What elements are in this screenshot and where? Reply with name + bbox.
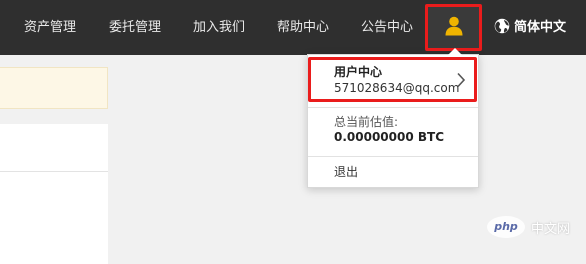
nav-announcement-center[interactable]: 公告中心 — [361, 0, 413, 55]
user-center-label: 用户中心 — [334, 65, 383, 79]
language-switch[interactable]: 简体中文 — [494, 0, 566, 55]
notice-panel — [0, 67, 108, 109]
dropdown-caret — [448, 48, 462, 55]
watermark-text: 中文网 — [531, 222, 571, 237]
globe-icon — [494, 18, 510, 34]
nav-join-us[interactable]: 加入我们 — [193, 0, 245, 55]
total-valuation-label: 总当前估值: — [334, 115, 399, 129]
language-label: 简体中文 — [514, 20, 567, 35]
logout-link[interactable]: 退出 — [334, 163, 358, 180]
watermark: php 中文网 — [487, 212, 579, 242]
divider — [308, 156, 478, 157]
user-dropdown-menu: 用户中心 571028634@qq.com 总当前估值: 0.00000000 … — [307, 48, 479, 188]
nav-order-management[interactable]: 委托管理 — [109, 0, 161, 55]
top-navbar: 资产管理 委托管理 加入我们 帮助中心 公告中心 简体中文 — [0, 0, 586, 55]
user-center-link[interactable]: 用户中心 571028634@qq.com — [308, 57, 477, 102]
nav-help-center[interactable]: 帮助中心 — [277, 0, 329, 55]
php-logo: php — [487, 216, 525, 238]
content-panel — [0, 124, 108, 264]
total-valuation-value: 0.00000000 BTC — [334, 130, 445, 144]
chevron-right-icon — [457, 72, 466, 88]
user-menu-button[interactable] — [425, 4, 482, 51]
nav-asset-management[interactable]: 资产管理 — [24, 0, 76, 55]
user-icon — [445, 16, 463, 36]
divider — [0, 171, 108, 172]
user-email: 571028634@qq.com — [334, 81, 460, 95]
divider — [308, 107, 478, 108]
